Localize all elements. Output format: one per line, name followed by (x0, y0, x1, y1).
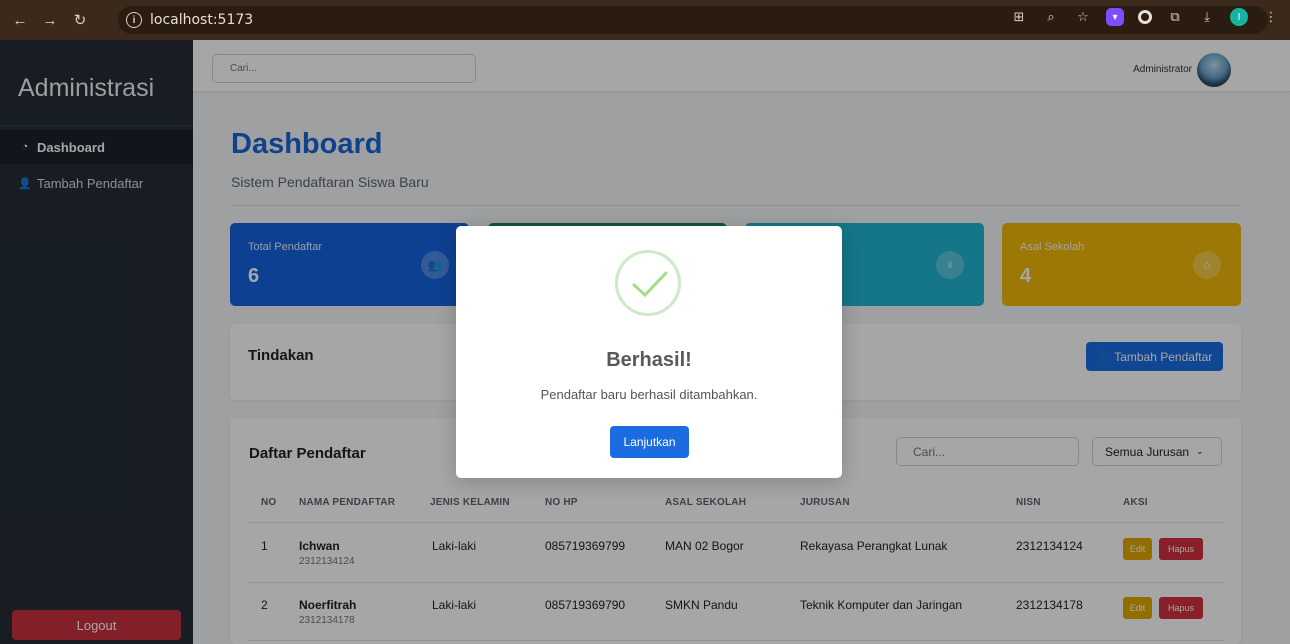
zoom-icon[interactable]: ⌕ (1042, 8, 1060, 26)
back-arrow-icon[interactable]: ← (8, 8, 32, 32)
forward-arrow-icon[interactable]: → (38, 8, 62, 32)
site-info-icon[interactable]: i (126, 12, 142, 28)
bookmark-star-icon[interactable]: ☆ (1074, 8, 1092, 26)
profile-icon[interactable]: I (1230, 8, 1248, 26)
extension-circle-icon[interactable] (1138, 10, 1152, 24)
success-check-icon (615, 250, 681, 316)
address-url: localhost:5173 (150, 12, 254, 28)
reload-icon[interactable]: ↻ (68, 8, 92, 32)
translate-icon[interactable]: ⊞ (1010, 8, 1028, 26)
browser-menu-icon[interactable]: ⋮ (1262, 8, 1280, 26)
success-modal: Berhasil! Pendaftar baru berhasil ditamb… (456, 226, 842, 478)
extensions-puzzle-icon[interactable]: ⧉ (1166, 8, 1184, 26)
checkmark-icon (632, 271, 668, 298)
extension-shield-icon[interactable]: ▾ (1106, 8, 1124, 26)
modal-title: Berhasil! (606, 349, 692, 371)
browser-toolbar: ← → ↻ i localhost:5173 ⊞ ⌕ ☆ ▾ ⧉ ⤓ I ⋮ (0, 0, 1290, 40)
download-icon[interactable]: ⤓ (1198, 8, 1216, 26)
modal-message: Pendaftar baru berhasil ditambahkan. (540, 387, 758, 402)
continue-button[interactable]: Lanjutkan (610, 426, 689, 458)
browser-extensions: ⊞ ⌕ ☆ ▾ ⧉ ⤓ I ⋮ (1010, 8, 1280, 26)
